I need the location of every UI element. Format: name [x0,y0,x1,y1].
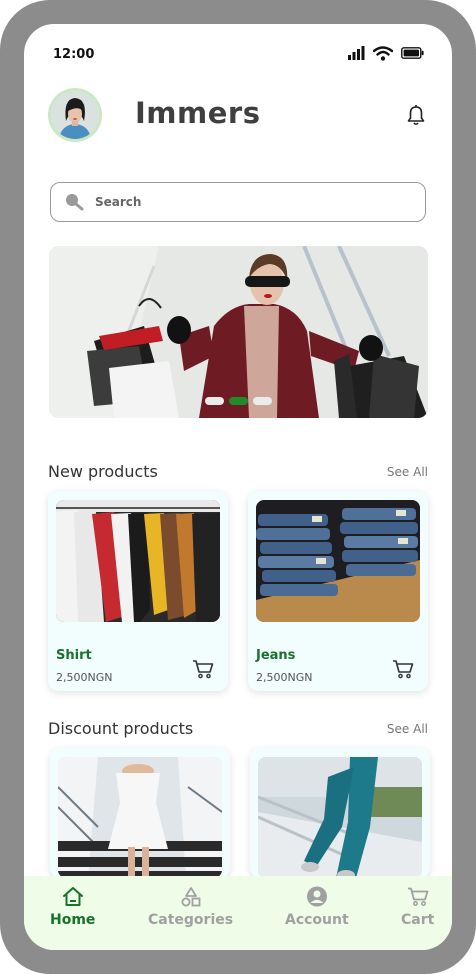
status-time: 12:00 [53,47,95,62]
nav-cart[interactable]: Cart [401,886,434,928]
bell-icon[interactable] [406,104,426,126]
categories-icon [181,887,200,907]
banner-dot[interactable] [253,397,272,405]
search-icon [66,194,84,211]
nav-cart-label: Cart [401,912,435,928]
product-image-dress [58,757,222,878]
nav-home-label: Home [50,912,96,928]
add-to-cart-icon[interactable] [392,659,414,679]
phone-screen: 12:00 Immers Search New products See All… [24,24,452,950]
wifi-icon [373,45,393,61]
product-image-leggings [258,757,422,878]
add-to-cart-icon[interactable] [192,659,214,679]
avatar-portrait [51,91,99,139]
banner-dot[interactable] [205,397,224,405]
status-icons [348,44,424,62]
battery-icon [401,47,424,59]
nav-categories-label: Categories [148,912,234,928]
banner-image [49,246,428,418]
product-card-shirt[interactable]: Shirt 2,500NGN [48,491,228,691]
see-all-discount-products[interactable]: See All [387,722,428,736]
product-image-jeans [256,500,420,622]
account-icon [306,886,327,907]
nav-account-label: Account [285,912,349,928]
cart-icon [407,887,429,906]
nav-account[interactable]: Account [285,886,349,928]
avatar[interactable] [48,88,102,142]
see-all-new-products[interactable]: See All [387,465,428,479]
app-brand: Immers [135,96,261,130]
product-name: Jeans [256,648,296,663]
banner-pagination [49,397,428,405]
search-input[interactable] [95,191,395,213]
phone-frame: 12:00 Immers Search New products See All… [0,0,476,974]
signal-icon [348,46,365,60]
bottom-navigation: Home Categories Account Cart [24,876,452,950]
discount-card-dress[interactable] [50,748,230,878]
section-title-discount-products: Discount products [48,719,194,738]
discount-card-leggings[interactable] [250,748,430,878]
product-price: 2,500NGN [256,671,313,684]
product-image-shirt [56,500,220,622]
product-card-jeans[interactable]: Jeans 2,500NGN [248,491,428,691]
promo-banner[interactable] [49,246,428,418]
nav-home[interactable]: Home [50,886,95,928]
section-title-new-products: New products [48,462,158,481]
product-price: 2,500NGN [56,671,113,684]
banner-dot-active[interactable] [229,397,248,405]
product-name: Shirt [56,648,92,663]
search-bar[interactable] [50,182,426,222]
nav-categories[interactable]: Categories [148,886,233,928]
home-icon [62,887,83,906]
